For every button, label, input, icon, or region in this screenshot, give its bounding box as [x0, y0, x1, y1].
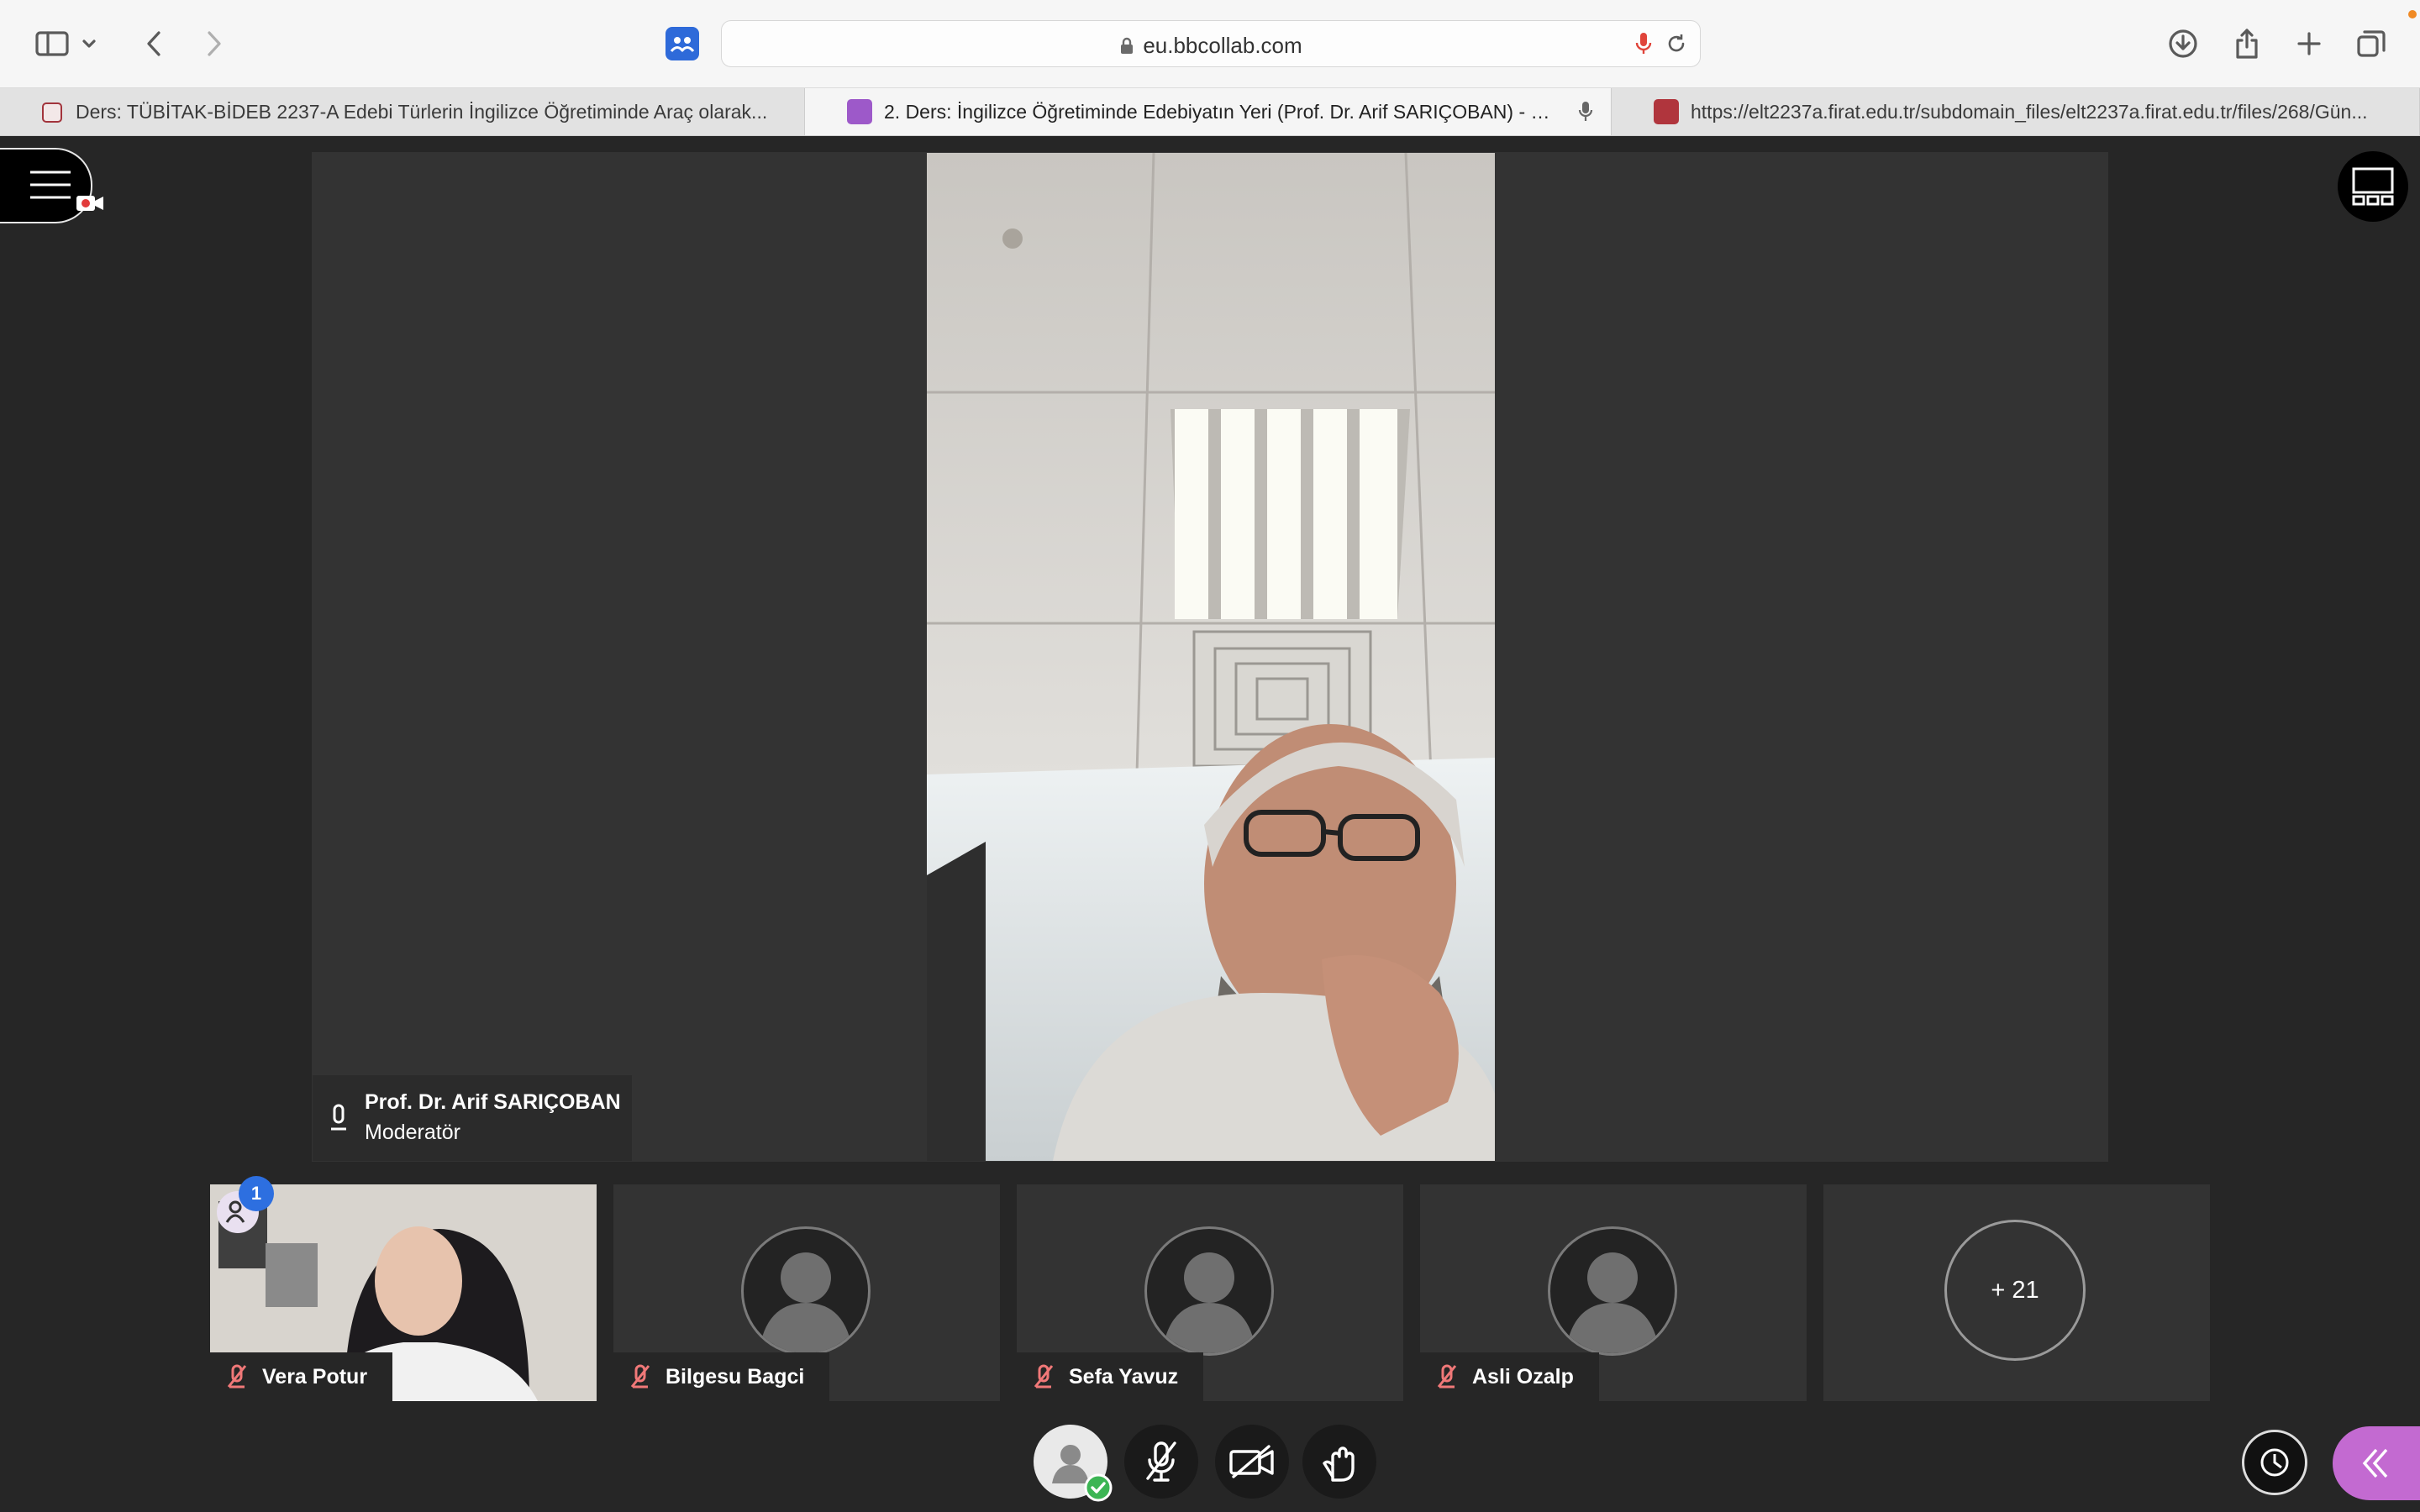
- sidebar-icon: [35, 31, 69, 56]
- university-favicon-icon: [42, 102, 62, 123]
- participant-name: Asli Ozalp: [1472, 1364, 1574, 1389]
- site-favicon: [666, 27, 699, 60]
- sidebar-menu-button[interactable]: [77, 24, 101, 64]
- url-text: eu.bbcollab.com: [1143, 33, 1302, 58]
- muted-microphone-icon: [630, 1364, 650, 1389]
- avatar: [741, 1226, 871, 1356]
- download-icon: [2169, 29, 2197, 58]
- my-status-button[interactable]: [1034, 1425, 1113, 1502]
- chevron-double-left-icon: [2362, 1448, 2388, 1478]
- collaborate-favicon-icon: [847, 99, 872, 124]
- downloads-button[interactable]: [2163, 24, 2203, 64]
- chevron-right-icon: [208, 31, 221, 56]
- participant-namebar: Vera Potur: [210, 1352, 393, 1401]
- muted-microphone-icon: [1034, 1364, 1054, 1389]
- firat-favicon-icon: [1654, 99, 1679, 124]
- microphone-off-icon: [1146, 1441, 1176, 1482]
- speaker-name: Prof. Dr. Arif SARIÇOBAN: [365, 1090, 621, 1114]
- open-collaborate-panel-button[interactable]: [2333, 1426, 2420, 1500]
- more-participants-count: + 21: [1944, 1220, 2086, 1361]
- participant-tile-bilgesu-bagci[interactable]: Bilgesu Bagci: [613, 1184, 1000, 1401]
- raised-hands-count-badge: 1: [239, 1176, 274, 1211]
- sidebar-toggle-button[interactable]: [32, 24, 72, 64]
- raise-hand-icon: [1323, 1446, 1355, 1482]
- share-button[interactable]: [2227, 24, 2267, 64]
- avatar: [1548, 1226, 1677, 1356]
- share-icon: [2236, 29, 2258, 59]
- participant-tile-vera-potur[interactable]: Vera Potur: [210, 1184, 597, 1401]
- activity-button[interactable]: [2242, 1430, 2307, 1495]
- collaborate-logo-icon: [670, 37, 695, 52]
- participant-namebar: Asli Ozalp: [1420, 1352, 1599, 1401]
- activity-clock-icon: [2260, 1448, 2289, 1477]
- speaker-video: [927, 153, 1495, 1161]
- address-bar[interactable]: eu.bbcollab.com: [721, 20, 1701, 67]
- back-button[interactable]: [134, 24, 175, 64]
- speaker-role: Moderatör: [365, 1121, 460, 1144]
- share-audio-button[interactable]: [1124, 1425, 1198, 1499]
- participant-name: Sefa Yavuz: [1069, 1364, 1179, 1389]
- status-check-icon: [1084, 1473, 1113, 1502]
- camera-off-icon: [1229, 1445, 1274, 1478]
- speaker-label: Prof. Dr. Arif SARIÇOBAN Moderatör: [313, 1075, 632, 1161]
- chevron-left-icon: [147, 31, 160, 56]
- chevron-down-icon: [82, 39, 96, 48]
- raise-hand-button[interactable]: [1302, 1425, 1376, 1499]
- change-layout-button[interactable]: [2338, 151, 2408, 222]
- tab-overview-button[interactable]: [2351, 24, 2391, 64]
- participant-name: Vera Potur: [262, 1364, 368, 1389]
- tab-microphone-icon[interactable]: [1577, 100, 1594, 123]
- tab-pdf-file[interactable]: https://elt2237a.firat.edu.tr/subdomain_…: [1612, 88, 2420, 135]
- notification-dot: [2408, 10, 2417, 18]
- hamburger-icon: [30, 171, 71, 199]
- tab-bar: Ders: TÜBİTAK-BİDEB 2237-A Edebi Türleri…: [0, 88, 2420, 136]
- open-menu-button[interactable]: [0, 148, 103, 223]
- microphone-icon[interactable]: [1634, 31, 1653, 56]
- speaker-video-frame: [927, 153, 1495, 1161]
- browser-toolbar: eu.bbcollab.com: [0, 0, 2420, 88]
- tabs-icon: [2357, 30, 2386, 57]
- speaking-microphone-icon: [331, 1104, 346, 1131]
- forward-button[interactable]: [193, 24, 234, 64]
- more-participants-tile[interactable]: + 21: [1823, 1184, 2210, 1401]
- tab-course[interactable]: Ders: TÜBİTAK-BİDEB 2237-A Edebi Türleri…: [0, 88, 805, 135]
- reload-icon[interactable]: [1665, 32, 1688, 55]
- lock-icon: [1121, 37, 1134, 54]
- participant-namebar: Sefa Yavuz: [1017, 1352, 1204, 1401]
- default-avatar-icon: [759, 1252, 853, 1353]
- participant-tile-asli-ozalp[interactable]: Asli Ozalp: [1420, 1184, 1807, 1401]
- muted-microphone-icon: [227, 1364, 247, 1389]
- recording-icon: [76, 196, 103, 211]
- tab-lecture[interactable]: 2. Ders: İngilizce Öğretiminde Edebiyatı…: [805, 88, 1612, 135]
- participant-namebar: Bilgesu Bagci: [613, 1352, 830, 1401]
- new-tab-button[interactable]: [2289, 24, 2329, 64]
- muted-microphone-icon: [1437, 1364, 1457, 1389]
- layout-icon: [2352, 167, 2394, 206]
- default-avatar-icon: [1565, 1252, 1660, 1353]
- default-avatar-icon: [1162, 1252, 1256, 1353]
- plus-icon: [2297, 32, 2321, 55]
- participant-tile-sefa-yavuz[interactable]: Sefa Yavuz: [1017, 1184, 1403, 1401]
- participant-name: Bilgesu Bagci: [666, 1364, 805, 1389]
- avatar: [1144, 1226, 1274, 1356]
- share-video-button[interactable]: [1215, 1425, 1289, 1499]
